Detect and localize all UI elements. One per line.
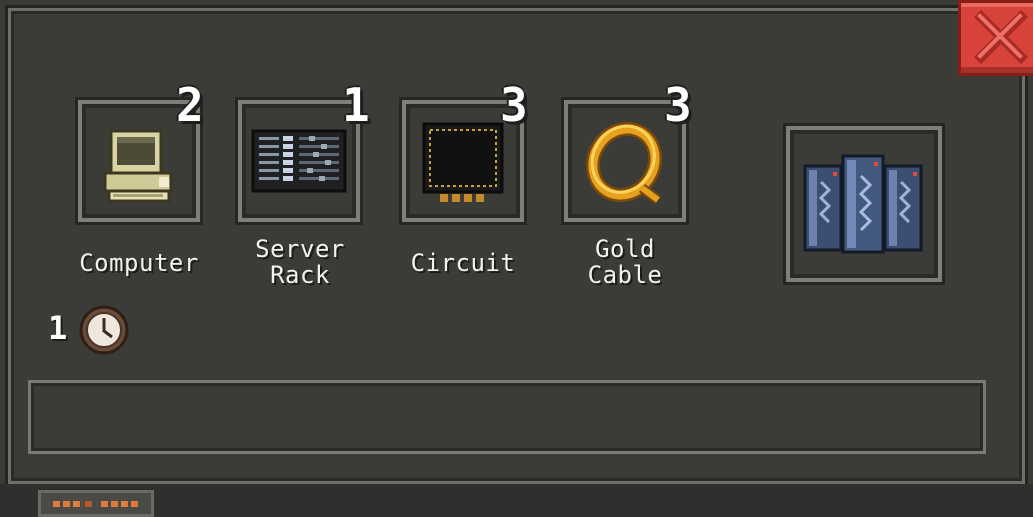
gold-cable-icon bbox=[585, 121, 663, 204]
ingredient-label: Computer bbox=[79, 249, 199, 277]
crafting-panel: 2 Computer 1 Server Rack 3 Circuit 3 Gol… bbox=[0, 0, 1033, 517]
result-slot[interactable] bbox=[786, 126, 942, 282]
ingredient-count: 2 bbox=[176, 78, 204, 132]
ingredient-count: 3 bbox=[664, 78, 692, 132]
server-rack-icon bbox=[251, 129, 347, 193]
computer-icon bbox=[103, 129, 173, 203]
description-box bbox=[28, 380, 986, 454]
circuit-chip-icon bbox=[422, 122, 504, 202]
ingredient-label: Gold Cable bbox=[587, 235, 663, 289]
bottom-bar bbox=[0, 484, 1033, 517]
ingredient-label: Circuit bbox=[410, 249, 516, 277]
close-button[interactable] bbox=[958, 0, 1033, 76]
craft-progress-indicator bbox=[38, 490, 154, 517]
ingredient-label: Server Rack bbox=[255, 235, 345, 289]
ingredient-count: 1 bbox=[342, 78, 370, 132]
ingredient-count: 3 bbox=[500, 78, 528, 132]
server-tower-icon bbox=[803, 154, 923, 254]
craft-time-value: 1 bbox=[48, 309, 68, 347]
close-x-icon bbox=[973, 9, 1029, 65]
clock-icon bbox=[79, 305, 129, 355]
